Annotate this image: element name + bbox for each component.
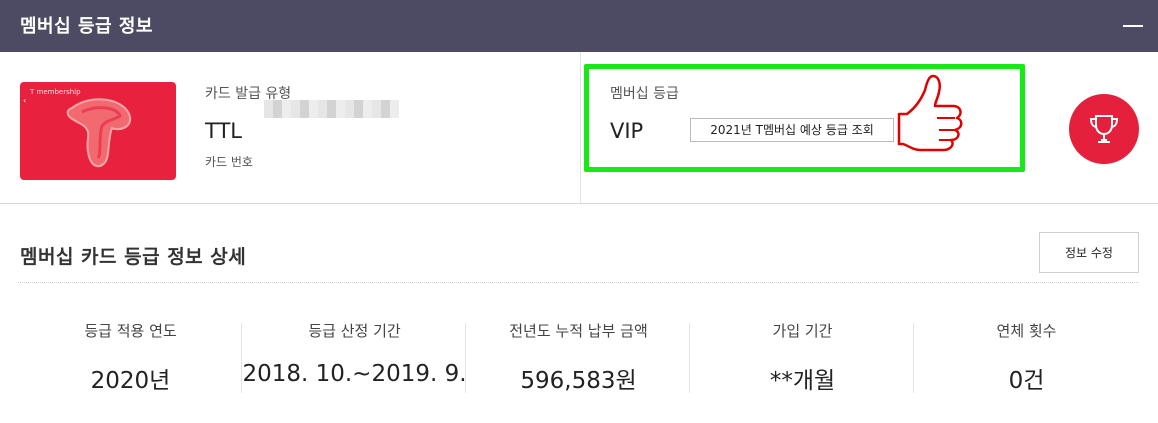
stat-value: 2018. 10.~2019. 9. [242, 361, 467, 387]
chevron-left-icon[interactable]: ‹ [23, 96, 26, 105]
stat-value: 0건 [1008, 368, 1045, 394]
stat-label: 등급 적용 연도 [84, 322, 177, 340]
edit-info-button[interactable]: 정보 수정 [1039, 232, 1139, 273]
stat-value: 596,583원 [520, 368, 637, 394]
stat-payment-total: 전년도 누적 납부 금액 596,583원 [466, 312, 691, 394]
stat-grade-year: 등급 적용 연도 2020년 [18, 312, 243, 394]
stat-value: 2020년 [90, 368, 171, 394]
stat-value: **개월 [769, 368, 836, 394]
thumbs-up-icon [897, 74, 963, 152]
stat-subscription-period: 가입 기간 **개월 [690, 312, 915, 394]
card-number-label: 카드 번호 [205, 155, 253, 169]
detail-separator [18, 282, 1139, 283]
membership-card-image: ‹ T membership [20, 82, 176, 180]
trophy-icon [1089, 115, 1119, 143]
minus-icon[interactable] [1123, 25, 1143, 27]
stat-label: 등급 산정 기간 [308, 322, 401, 340]
predict-grade-button[interactable]: 2021년 T멤버십 예상 등급 조회 [690, 118, 894, 142]
stat-overdue-count: 연체 횟수 0건 [914, 312, 1139, 394]
t-logo-icon [66, 98, 131, 168]
detail-title: 멤버십 카드 등급 정보 상세 [20, 246, 247, 268]
card-number-masked [264, 100, 399, 118]
stat-label: 연체 횟수 [996, 322, 1057, 340]
section-title: 멤버십 등급 정보 [20, 16, 153, 37]
section-header: 멤버십 등급 정보 [0, 0, 1158, 52]
stat-label: 전년도 누적 납부 금액 [509, 322, 648, 340]
trophy-badge [1069, 94, 1139, 164]
summary-divider [580, 52, 581, 203]
issue-type-value: TTL [205, 119, 242, 143]
stat-label: 가입 기간 [772, 322, 833, 340]
card-brand-label: T membership [30, 88, 81, 96]
stat-grade-period: 등급 산정 기간 2018. 10.~2019. 9. [242, 312, 467, 392]
